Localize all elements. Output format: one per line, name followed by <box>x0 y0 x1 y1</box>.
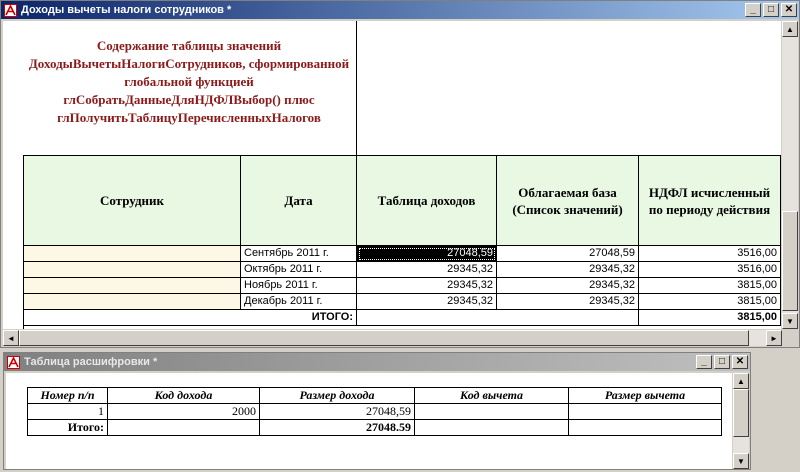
total-label: Итого: <box>27 419 108 436</box>
cell-row-number[interactable]: 1 <box>27 403 108 420</box>
scroll-thumb[interactable] <box>782 211 798 311</box>
cell-deduction-code[interactable] <box>414 403 569 420</box>
scroll-up-button[interactable]: ▲ <box>782 21 798 37</box>
table-description: Содержание таблицы значений ДоходыВычеты… <box>28 38 350 125</box>
close-button[interactable]: ✕ <box>781 3 797 17</box>
col-header-income-code[interactable]: Код дохода <box>107 387 260 404</box>
app-icon <box>4 3 17 17</box>
minimize-button[interactable]: _ <box>745 3 761 17</box>
col-header-deduction-amount[interactable]: Размер вычета <box>568 387 722 404</box>
cell-date[interactable]: Декабрь 2011 г. <box>241 294 357 310</box>
col-header-row-number[interactable]: Номер п/п <box>27 387 108 404</box>
scroll-down-button[interactable]: ▼ <box>733 453 749 469</box>
maximize-button[interactable]: □ <box>714 355 730 369</box>
close-button[interactable]: ✕ <box>732 355 748 369</box>
cell-income[interactable]: 29345,32 <box>357 278 497 294</box>
total-ndfl: 3815,00 <box>639 310 781 326</box>
total-label: ИТОГО: <box>24 310 357 326</box>
cell-income[interactable]: 29345,32 <box>357 294 497 310</box>
cell-base[interactable]: 29345,32 <box>497 294 639 310</box>
divider <box>356 21 357 156</box>
cell-employee[interactable] <box>24 262 241 278</box>
col-header-income[interactable]: Таблица доходов <box>357 156 497 246</box>
main-window: Доходы вычеты налоги сотрудников * _ □ ✕… <box>0 0 800 348</box>
col-header-ndfl[interactable]: НДФЛ исчисленный по периоду действия <box>639 156 781 246</box>
cell-employee[interactable] <box>24 294 241 310</box>
col-header-income-amount[interactable]: Размер дохода <box>259 387 415 404</box>
cell-ndfl[interactable]: 3516,00 <box>639 246 781 262</box>
cell-deduction-amount[interactable] <box>568 403 722 420</box>
cell-base[interactable]: 27048,59 <box>497 246 639 262</box>
scroll-thumb[interactable] <box>733 389 749 437</box>
cell-income[interactable]: 29345,32 <box>357 262 497 278</box>
vertical-scrollbar[interactable]: ▲ ▼ <box>733 373 749 469</box>
scroll-up-button[interactable]: ▲ <box>733 373 749 389</box>
app-icon <box>7 355 20 369</box>
total-empty <box>107 419 260 436</box>
cell-date[interactable]: Октябрь 2011 г. <box>241 262 357 278</box>
window-title: Доходы вычеты налоги сотрудников * <box>21 4 232 16</box>
cell-income-amount[interactable]: 27048,59 <box>259 403 415 420</box>
col-header-taxable-base[interactable]: Облагаемая база (Список значений) <box>497 156 639 246</box>
vertical-scrollbar[interactable]: ▲ ▼ <box>782 21 798 329</box>
cell-ndfl[interactable]: 3516,00 <box>639 262 781 278</box>
detail-table: Номер п/п Код дохода Размер дохода Код в… <box>27 387 722 436</box>
total-empty <box>568 419 722 436</box>
cell-date[interactable]: Сентябрь 2011 г. <box>241 246 357 262</box>
cell-date[interactable]: Ноябрь 2011 г. <box>241 278 357 294</box>
scroll-thumb[interactable] <box>19 330 749 346</box>
cell-employee[interactable] <box>24 246 241 262</box>
cell-ndfl[interactable]: 3815,00 <box>639 294 781 310</box>
total-empty <box>357 310 639 326</box>
main-window-titlebar[interactable]: Доходы вычеты налоги сотрудников * _ □ ✕ <box>1 1 799 19</box>
scroll-left-button[interactable]: ◄ <box>3 330 19 346</box>
horizontal-scrollbar[interactable]: ◄ ► <box>3 330 782 346</box>
total-income-amount: 27048.59 <box>259 419 415 436</box>
cell-employee[interactable] <box>24 278 241 294</box>
scroll-down-button[interactable]: ▼ <box>782 313 798 329</box>
total-empty <box>414 419 569 436</box>
minimize-button[interactable]: _ <box>696 355 712 369</box>
window-title: Таблица расшифровки * <box>24 356 158 368</box>
cell-base[interactable]: 29345,32 <box>497 278 639 294</box>
cell-income-code[interactable]: 2000 <box>107 403 260 420</box>
cell-ndfl[interactable]: 3815,00 <box>639 278 781 294</box>
maximize-button[interactable]: □ <box>763 3 779 17</box>
col-header-employee[interactable]: Сотрудник <box>24 156 241 246</box>
col-header-deduction-code[interactable]: Код вычета <box>414 387 569 404</box>
detail-window-titlebar[interactable]: Таблица расшифровки * _ □ ✕ <box>4 353 750 371</box>
col-header-date[interactable]: Дата <box>241 156 357 246</box>
cell-base[interactable]: 29345,32 <box>497 262 639 278</box>
cell-income-selected[interactable]: 27048,59 <box>357 246 497 262</box>
values-table-area: Содержание таблицы значений ДоходыВычеты… <box>3 21 781 329</box>
scroll-right-button[interactable]: ► <box>766 330 782 346</box>
